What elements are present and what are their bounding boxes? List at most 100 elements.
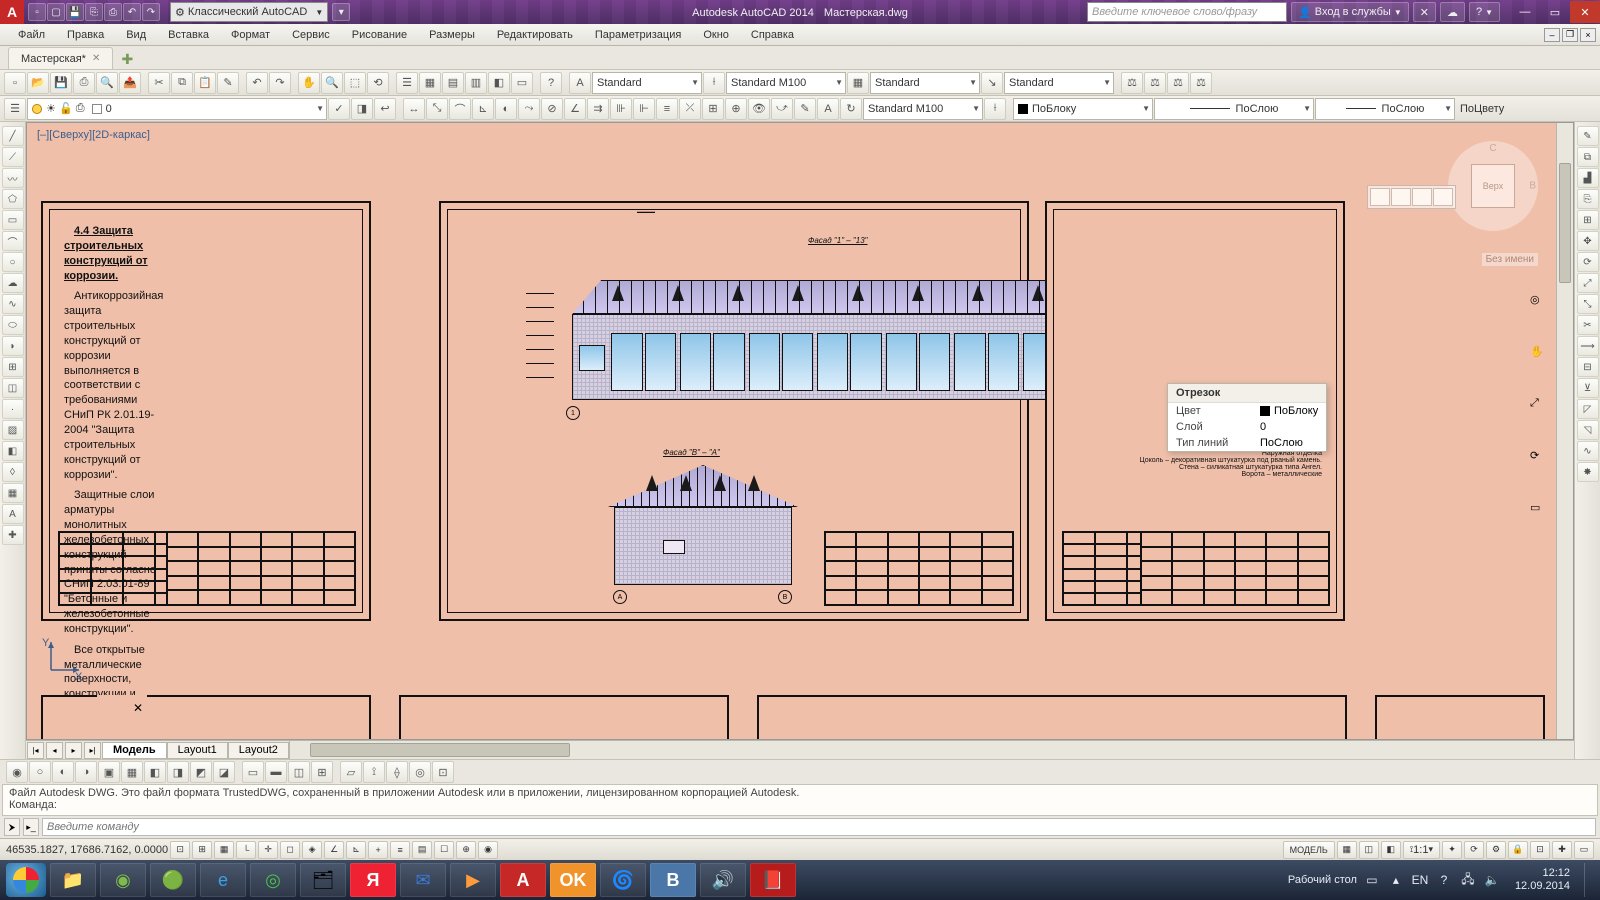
menu-draw[interactable]: Рисование	[342, 27, 417, 43]
menu-edit[interactable]: Правка	[57, 27, 114, 43]
mleaderstyle-combo[interactable]: Standard▼	[1004, 72, 1114, 94]
vs4-icon[interactable]: ◑	[75, 761, 97, 783]
props-icon[interactable]: ☰	[396, 72, 418, 94]
gradient-icon[interactable]: ◧	[2, 441, 24, 461]
menu-tools[interactable]: Сервис	[282, 27, 340, 43]
mleaderstyle-icon[interactable]: ↘	[981, 72, 1003, 94]
break-icon[interactable]: ⊟	[1577, 357, 1599, 377]
tray-network-icon[interactable]: 🖧	[1459, 871, 1477, 889]
dimted-icon[interactable]: A	[817, 98, 839, 120]
copy2-icon[interactable]: ⧉	[1577, 147, 1599, 167]
tray-show-hidden-icon[interactable]: ▴	[1387, 871, 1405, 889]
osnap-icon[interactable]: ◻	[280, 841, 300, 859]
menu-modify[interactable]: Редактировать	[487, 27, 583, 43]
task-autocad[interactable]: A	[500, 863, 546, 897]
tab-prev[interactable]: ◂	[46, 742, 63, 759]
move-icon[interactable]: ✥	[1577, 231, 1599, 251]
cmd-recent-icon[interactable]: ⮞	[4, 818, 20, 836]
rect-icon[interactable]: ▭	[2, 210, 24, 230]
status-hw-icon[interactable]: ⊡	[1530, 841, 1550, 859]
copy-icon[interactable]: ⧉	[171, 72, 193, 94]
ellipse-icon[interactable]: ⬭	[2, 315, 24, 335]
menu-view[interactable]: Вид	[116, 27, 156, 43]
qat-save[interactable]: 💾	[66, 3, 84, 21]
view-name[interactable]: Без имени	[1482, 253, 1538, 266]
dimupd-icon[interactable]: ↻	[840, 98, 862, 120]
dimed-icon[interactable]: ✎	[794, 98, 816, 120]
menu-insert[interactable]: Вставка	[158, 27, 219, 43]
ltype-combo[interactable]: ПоСлою▼	[1154, 98, 1314, 120]
vertical-scrollbar[interactable]	[1556, 123, 1573, 739]
mirror-icon[interactable]: ▟	[1577, 168, 1599, 188]
vs8-icon[interactable]: ◨	[167, 761, 189, 783]
save-icon[interactable]: 💾	[50, 72, 72, 94]
viewcube[interactable]: С В Верх	[1448, 141, 1538, 231]
task-wmp[interactable]: ▶	[450, 863, 496, 897]
point-icon[interactable]: ·	[2, 399, 24, 419]
dimstyle2-icon[interactable]: ⟊	[984, 98, 1006, 120]
doc-restore[interactable]: ❐	[1562, 28, 1578, 42]
rotate-icon[interactable]: ⟳	[1577, 252, 1599, 272]
blend-icon[interactable]: ∿	[1577, 441, 1599, 461]
menu-file[interactable]: Файл	[8, 27, 55, 43]
help-search-input[interactable]: Введите ключевое слово/фразу	[1087, 2, 1287, 22]
r2-icon[interactable]: ▬	[265, 761, 287, 783]
dc-icon[interactable]: ▦	[419, 72, 441, 94]
vs5-icon[interactable]: ▣	[98, 761, 120, 783]
qat-new[interactable]: ▫	[28, 3, 46, 21]
annoscale2-icon[interactable]: ⚖	[1144, 72, 1166, 94]
status-clean-icon[interactable]: ▭	[1574, 841, 1594, 859]
showmotion-icon[interactable]: ▭	[1530, 501, 1552, 523]
layeriso-icon[interactable]: ◨	[351, 98, 373, 120]
infer-icon[interactable]: ⊡	[170, 841, 190, 859]
tp-icon[interactable]: ▤	[442, 72, 464, 94]
task-chrome[interactable]: 🟢	[150, 863, 196, 897]
tab-last[interactable]: ▸|	[84, 742, 101, 759]
status-qv-icon[interactable]: ◫	[1359, 841, 1379, 859]
help-button[interactable]: ?▼	[1469, 2, 1500, 22]
dimjln-icon[interactable]: ⤻	[771, 98, 793, 120]
polar-icon[interactable]: ✛	[258, 841, 278, 859]
r6-icon[interactable]: ⟟	[363, 761, 385, 783]
task-mail[interactable]: ✉	[400, 863, 446, 897]
task-yandex[interactable]: Я	[350, 863, 396, 897]
textstyle-icon[interactable]: A	[569, 72, 591, 94]
qat-redo[interactable]: ↷	[142, 3, 160, 21]
r5-icon[interactable]: ▱	[340, 761, 362, 783]
pan2-icon[interactable]: ✋	[1530, 345, 1552, 367]
r9-icon[interactable]: ⊡	[432, 761, 454, 783]
mtext-icon[interactable]: A	[2, 504, 24, 524]
tol-icon[interactable]: ⊞	[702, 98, 724, 120]
qat-plot[interactable]: ⎙	[104, 3, 122, 21]
region-icon[interactable]: ◊	[2, 462, 24, 482]
vp-btn1[interactable]	[1370, 188, 1390, 206]
status-toolbar-icon[interactable]: 🔒	[1508, 841, 1528, 859]
qat-more[interactable]: ▾	[332, 3, 350, 21]
doc-tab-active[interactable]: Мастерская* ✕	[8, 47, 113, 69]
r4-icon[interactable]: ⊞	[311, 761, 333, 783]
task-app3[interactable]: 🌀	[600, 863, 646, 897]
vs10-icon[interactable]: ◪	[213, 761, 235, 783]
zoomext-icon[interactable]: ⤢	[1530, 397, 1552, 419]
signin-button[interactable]: 👤Вход в службы▼	[1291, 2, 1409, 22]
cmd-prompt-icon[interactable]: ▸_	[23, 818, 39, 836]
fillet-icon[interactable]: ◹	[1577, 420, 1599, 440]
task-app2[interactable]: ◎	[250, 863, 296, 897]
match-icon[interactable]: ✎	[217, 72, 239, 94]
line-icon[interactable]: ╱	[2, 126, 24, 146]
dimord-icon[interactable]: ⊾	[472, 98, 494, 120]
menu-parametric[interactable]: Параметризация	[585, 27, 691, 43]
zoom-icon[interactable]: 🔍	[321, 72, 343, 94]
open-icon[interactable]: 📂	[27, 72, 49, 94]
tablestyle-icon[interactable]: ▦	[847, 72, 869, 94]
extend-icon[interactable]: ⟶	[1577, 336, 1599, 356]
command-input[interactable]	[42, 818, 1596, 836]
ortho-icon[interactable]: └	[236, 841, 256, 859]
task-folder[interactable]: 🗂	[300, 863, 346, 897]
preview-icon[interactable]: 🔍	[96, 72, 118, 94]
insp-icon[interactable]: 👁	[748, 98, 770, 120]
dyn-icon[interactable]: +	[368, 841, 388, 859]
tablestyle-combo[interactable]: Standard▼	[870, 72, 980, 94]
r1-icon[interactable]: ▭	[242, 761, 264, 783]
offset-icon[interactable]: ⎘	[1577, 189, 1599, 209]
